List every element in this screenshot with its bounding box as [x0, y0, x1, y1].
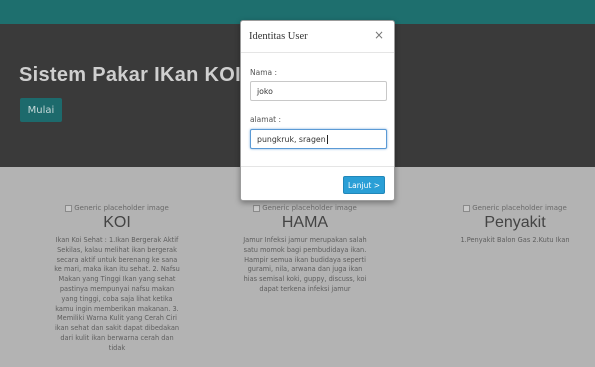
placeholder-image: Generic placeholder image [460, 203, 570, 213]
modal-header: Identitas User × [241, 21, 394, 53]
placeholder-image: Generic placeholder image [52, 203, 182, 213]
broken-image-icon [253, 204, 261, 212]
column-text: Jamur Infeksi jamur merupakan salah satu… [243, 236, 367, 293]
column-heading: Penyakit [484, 214, 546, 231]
nama-label: Nama : [250, 68, 278, 77]
mulai-button[interactable]: Mulai [20, 98, 62, 122]
lanjut-button[interactable]: Lanjut > [343, 176, 385, 194]
column-text: Ikan Koi Sehat : 1.Ikan Bergerak Aktif S… [54, 236, 180, 352]
modal-title: Identitas User [249, 31, 308, 42]
broken-image-icon [65, 204, 73, 212]
column-text: 1.Penyakit Balon Gas 2.Kutu Ikan [460, 236, 570, 244]
column-heading: HAMA [281, 214, 329, 231]
alamat-label: alamat : [250, 115, 282, 124]
column-heading: KOI [103, 214, 131, 231]
placeholder-image: Generic placeholder image [240, 203, 370, 213]
nama-input[interactable]: joko [250, 81, 387, 101]
alamat-input[interactable]: pungkruk, sragen [250, 129, 387, 149]
modal-footer: Lanjut > [241, 166, 394, 202]
column-koi: Generic placeholder image KOI Ikan Koi S… [52, 203, 182, 354]
broken-image-icon [463, 204, 471, 212]
close-icon[interactable]: × [374, 29, 384, 41]
page-title: Sistem Pakar IKan KOI. [19, 64, 247, 86]
identitas-user-modal: Identitas User × Nama : joko alamat : pu… [240, 20, 395, 201]
text-caret [326, 134, 328, 144]
column-hama: Generic placeholder image HAMA Jamur Inf… [240, 203, 370, 295]
column-penyakit: Generic placeholder image Penyakit 1.Pen… [460, 203, 570, 246]
